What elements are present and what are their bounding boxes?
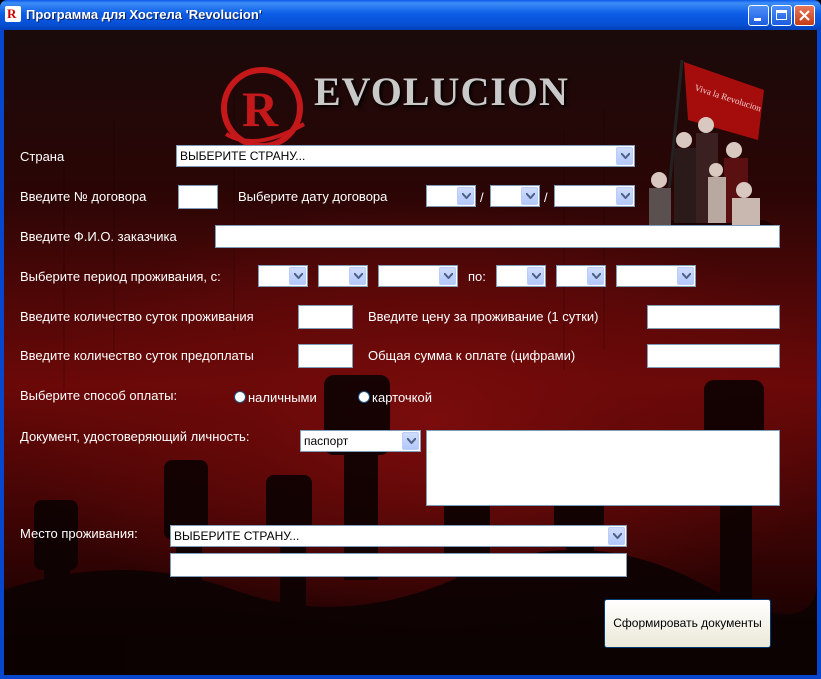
title-bar[interactable]: Программа для Хостела 'Revolucion' [0,0,821,30]
form-area: Viva la Revolucion R EVOLUCION Страна ВЫ… [4,30,817,675]
payment-cash-label[interactable]: наличными [248,390,317,405]
customer-name-label: Введите Ф.И.О. заказчика [20,229,177,244]
contract-day-select[interactable] [426,185,476,207]
chevron-down-icon[interactable] [587,267,604,285]
period-to-month-select[interactable] [556,265,606,287]
document-details-textarea[interactable] [426,430,780,506]
date-separator: / [480,190,484,205]
logo-letter: R [242,81,279,137]
country-select[interactable]: ВЫБЕРИТЕ СТРАНУ... [176,145,635,167]
app-window: Программа для Хостела 'Revolucion' [0,0,821,679]
contract-year-select[interactable] [554,185,635,207]
window-title: Программа для Хостела 'Revolucion' [26,7,262,22]
document-type-value: паспорт [304,434,349,448]
minimize-icon [754,18,761,21]
document-label: Документ, удостоверяющий личность: [20,429,250,444]
residence-country-value: ВЫБЕРИТЕ СТРАНУ... [174,529,300,543]
chevron-down-icon[interactable] [527,267,544,285]
app-icon [5,6,21,22]
period-from-month-select[interactable] [318,265,368,287]
chevron-down-icon[interactable] [289,267,306,285]
chevron-down-icon[interactable] [616,147,633,165]
total-input[interactable] [647,344,780,368]
period-from-day-select[interactable] [258,265,308,287]
minimize-button[interactable] [748,5,769,26]
period-to-day-select[interactable] [496,265,546,287]
period-to-label: по: [468,269,486,284]
logo-text: EVOLUCION [314,69,569,114]
contract-date-label: Выберите дату договора [238,189,388,204]
document-type-select[interactable]: паспорт [300,430,421,452]
payment-method-label: Выберите способ оплаты: [20,388,178,403]
nights-input[interactable] [298,305,353,329]
contract-month-select[interactable] [490,185,540,207]
residence-address-input[interactable] [170,553,627,577]
prepaid-nights-input[interactable] [298,344,353,368]
residence-label: Место проживания: [20,526,138,541]
country-label: Страна [20,149,65,164]
nights-label: Введите количество суток проживания [20,309,254,324]
chevron-down-icon[interactable] [521,187,538,205]
maximize-button[interactable] [771,5,792,26]
revolutionaries-art: Viva la Revolucion [649,59,774,225]
generate-documents-button[interactable]: Сформировать документы [604,599,771,648]
date-separator: / [544,190,548,205]
chevron-down-icon[interactable] [457,187,474,205]
prepaid-nights-label: Введите количество суток предоплаты [20,348,254,363]
period-from-year-select[interactable] [378,265,458,287]
payment-card-label[interactable]: карточкой [372,390,432,405]
period-to-year-select[interactable] [616,265,696,287]
chevron-down-icon[interactable] [402,432,419,450]
residence-country-select[interactable]: ВЫБЕРИТЕ СТРАНУ... [170,525,627,547]
country-select-value: ВЫБЕРИТЕ СТРАНУ... [180,149,306,163]
contract-number-input[interactable] [178,185,218,209]
payment-card-radio[interactable] [358,391,370,403]
customer-name-input[interactable] [215,225,780,248]
price-label: Введите цену за проживание (1 сутки) [368,309,599,324]
maximize-icon [776,10,787,20]
payment-cash-radio[interactable] [234,391,246,403]
chevron-down-icon[interactable] [616,187,633,205]
contract-number-label: Введите № договора [20,189,147,204]
chevron-down-icon[interactable] [439,267,456,285]
period-label: Выберите период проживания, с: [20,269,221,284]
total-label: Общая сумма к оплате (цифрами) [368,348,576,363]
revolucion-logo: R [221,67,306,149]
chevron-down-icon[interactable] [677,267,694,285]
close-button[interactable] [794,5,815,26]
price-input[interactable] [647,305,780,329]
chevron-down-icon[interactable] [608,527,625,545]
close-icon [799,10,810,21]
chevron-down-icon[interactable] [349,267,366,285]
